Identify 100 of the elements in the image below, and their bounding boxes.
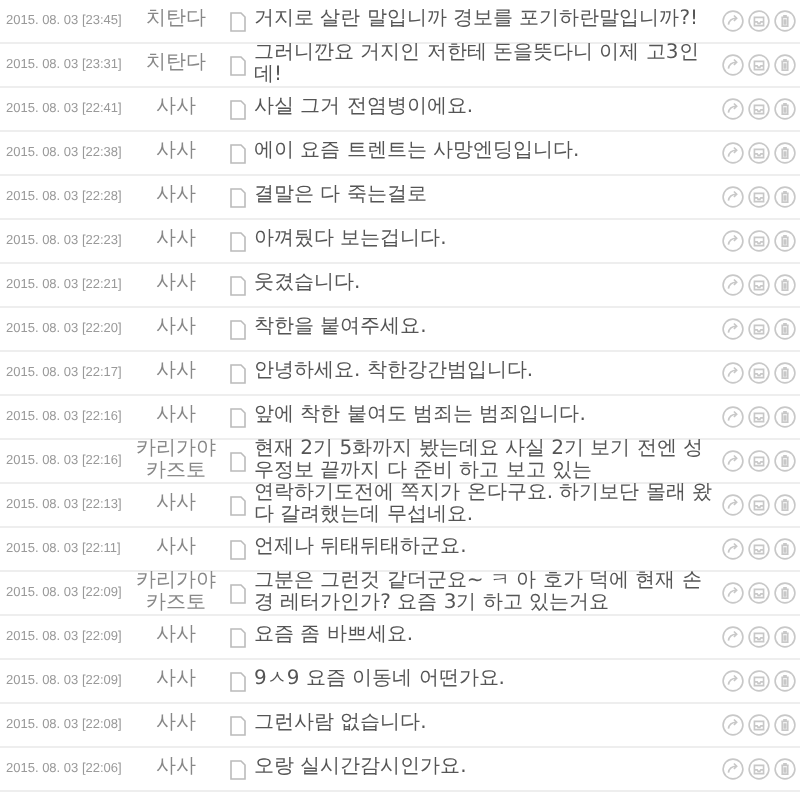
trash-icon[interactable] bbox=[774, 362, 796, 384]
message-text[interactable]: 언제나 뒤태뒤태하군요. bbox=[254, 538, 714, 560]
message-text[interactable]: 9ㅅ9 요즘 이동네 어떤가요. bbox=[254, 670, 714, 692]
trash-icon[interactable] bbox=[774, 582, 796, 604]
sender-name: 사사 bbox=[154, 274, 198, 296]
reply-icon[interactable] bbox=[722, 670, 744, 692]
message-text[interactable]: 그런사람 없습니다. bbox=[254, 714, 714, 736]
sender-name: 사사 bbox=[154, 318, 198, 340]
sender-name: 사사 bbox=[154, 362, 198, 384]
reply-icon[interactable] bbox=[722, 450, 744, 472]
message-text[interactable]: 웃겼습니다. bbox=[254, 274, 714, 296]
trash-icon[interactable] bbox=[774, 670, 796, 692]
reply-icon[interactable] bbox=[722, 98, 744, 120]
message-text[interactable]: 그분은 그런것 같더군요~ ㅋ 아 호가 덕에 현재 손경 레터가인가? 요즘 3기 하고 있는거요 bbox=[254, 572, 714, 614]
save-icon[interactable] bbox=[748, 318, 770, 340]
reply-icon[interactable] bbox=[722, 758, 744, 780]
document-icon bbox=[230, 143, 246, 163]
save-icon[interactable] bbox=[748, 274, 770, 296]
message-text[interactable]: 오랑 실시간감시인가요. bbox=[254, 758, 714, 780]
sender-name: 치탄다 bbox=[144, 10, 208, 32]
reply-icon[interactable] bbox=[722, 230, 744, 252]
reply-icon[interactable] bbox=[722, 362, 744, 384]
trash-icon[interactable] bbox=[774, 626, 796, 648]
save-icon[interactable] bbox=[748, 494, 770, 516]
message-text[interactable]: 그러니깐요 거지인 저한테 돈을뜻다니 이제 고3인데! bbox=[254, 44, 714, 86]
save-icon[interactable] bbox=[748, 450, 770, 472]
sender-name: 사사 bbox=[154, 626, 198, 648]
trash-icon[interactable] bbox=[774, 54, 796, 76]
document-icon bbox=[230, 231, 246, 251]
save-icon[interactable] bbox=[748, 230, 770, 252]
document-icon bbox=[230, 495, 246, 515]
reply-icon[interactable] bbox=[722, 714, 744, 736]
reply-icon[interactable] bbox=[722, 626, 744, 648]
message-text[interactable]: 착한을 붙여주세요. bbox=[254, 318, 714, 340]
trash-icon[interactable] bbox=[774, 538, 796, 560]
reply-icon[interactable] bbox=[722, 54, 744, 76]
save-icon[interactable] bbox=[748, 758, 770, 780]
document-icon bbox=[230, 11, 246, 31]
trash-icon[interactable] bbox=[774, 406, 796, 428]
document-icon bbox=[230, 539, 246, 559]
document-icon bbox=[230, 583, 246, 603]
reply-icon[interactable] bbox=[722, 494, 744, 516]
message-text[interactable]: 결말은 다 죽는걸로 bbox=[254, 186, 714, 208]
trash-icon[interactable] bbox=[774, 318, 796, 340]
sender-name: 사사 bbox=[154, 758, 198, 780]
document-icon bbox=[230, 671, 246, 691]
reply-icon[interactable] bbox=[722, 582, 744, 604]
reply-icon[interactable] bbox=[722, 318, 744, 340]
save-icon[interactable] bbox=[748, 406, 770, 428]
reply-icon[interactable] bbox=[722, 142, 744, 164]
document-icon bbox=[230, 363, 246, 383]
document-icon bbox=[230, 275, 246, 295]
save-icon[interactable] bbox=[748, 142, 770, 164]
message-text[interactable]: 연락하기도전에 쪽지가 온다구요. 하기보단 몰래 왔다 갈려했는데 무섭네요. bbox=[254, 484, 714, 526]
sender-name: 치탄다 bbox=[144, 54, 208, 76]
trash-icon[interactable] bbox=[774, 494, 796, 516]
message-text[interactable]: 안녕하세요. 착한강간범입니다. bbox=[254, 362, 714, 384]
sender-name: 카리가야 카즈토 bbox=[134, 572, 218, 614]
sender-name: 사사 bbox=[154, 494, 198, 516]
message-text[interactable]: 에이 요즘 트렌트는 사망엔딩입니다. bbox=[254, 142, 714, 164]
save-icon[interactable] bbox=[748, 54, 770, 76]
reply-icon[interactable] bbox=[722, 538, 744, 560]
save-icon[interactable] bbox=[748, 186, 770, 208]
trash-icon[interactable] bbox=[774, 230, 796, 252]
document-icon bbox=[230, 319, 246, 339]
save-icon[interactable] bbox=[748, 538, 770, 560]
sender-name: 사사 bbox=[154, 406, 198, 428]
message-text[interactable]: 아껴뒀다 보는겁니다. bbox=[254, 230, 714, 252]
save-icon[interactable] bbox=[748, 10, 770, 32]
sender-name: 사사 bbox=[154, 98, 198, 120]
trash-icon[interactable] bbox=[774, 98, 796, 120]
document-icon bbox=[230, 759, 246, 779]
trash-icon[interactable] bbox=[774, 142, 796, 164]
save-icon[interactable] bbox=[748, 626, 770, 648]
sender-name: 사사 bbox=[154, 230, 198, 252]
document-icon bbox=[230, 715, 246, 735]
reply-icon[interactable] bbox=[722, 10, 744, 32]
save-icon[interactable] bbox=[748, 670, 770, 692]
save-icon[interactable] bbox=[748, 714, 770, 736]
trash-icon[interactable] bbox=[774, 186, 796, 208]
reply-icon[interactable] bbox=[722, 406, 744, 428]
message-text[interactable]: 앞에 착한 붙여도 범죄는 범죄입니다. bbox=[254, 406, 714, 428]
sender-name: 사사 bbox=[154, 714, 198, 736]
document-icon bbox=[230, 187, 246, 207]
trash-icon[interactable] bbox=[774, 714, 796, 736]
trash-icon[interactable] bbox=[774, 274, 796, 296]
trash-icon[interactable] bbox=[774, 450, 796, 472]
save-icon[interactable] bbox=[748, 98, 770, 120]
save-icon[interactable] bbox=[748, 582, 770, 604]
reply-icon[interactable] bbox=[722, 186, 744, 208]
reply-icon[interactable] bbox=[722, 274, 744, 296]
message-text[interactable]: 거지로 살란 말입니까 경보를 포기하란말입니까?! bbox=[254, 10, 714, 32]
sender-name: 카리가야 카즈토 bbox=[134, 440, 218, 482]
message-text[interactable]: 요즘 좀 바쁘세요. bbox=[254, 626, 714, 648]
message-text[interactable]: 사실 그거 전염병이에요. bbox=[254, 98, 714, 120]
trash-icon[interactable] bbox=[774, 758, 796, 780]
trash-icon[interactable] bbox=[774, 10, 796, 32]
sender-name: 사사 bbox=[154, 538, 198, 560]
save-icon[interactable] bbox=[748, 362, 770, 384]
message-text[interactable]: 현재 2기 5화까지 봤는데요 사실 2기 보기 전엔 성우정보 끝까지 다 준비 하고 보고 있는 bbox=[254, 440, 714, 482]
